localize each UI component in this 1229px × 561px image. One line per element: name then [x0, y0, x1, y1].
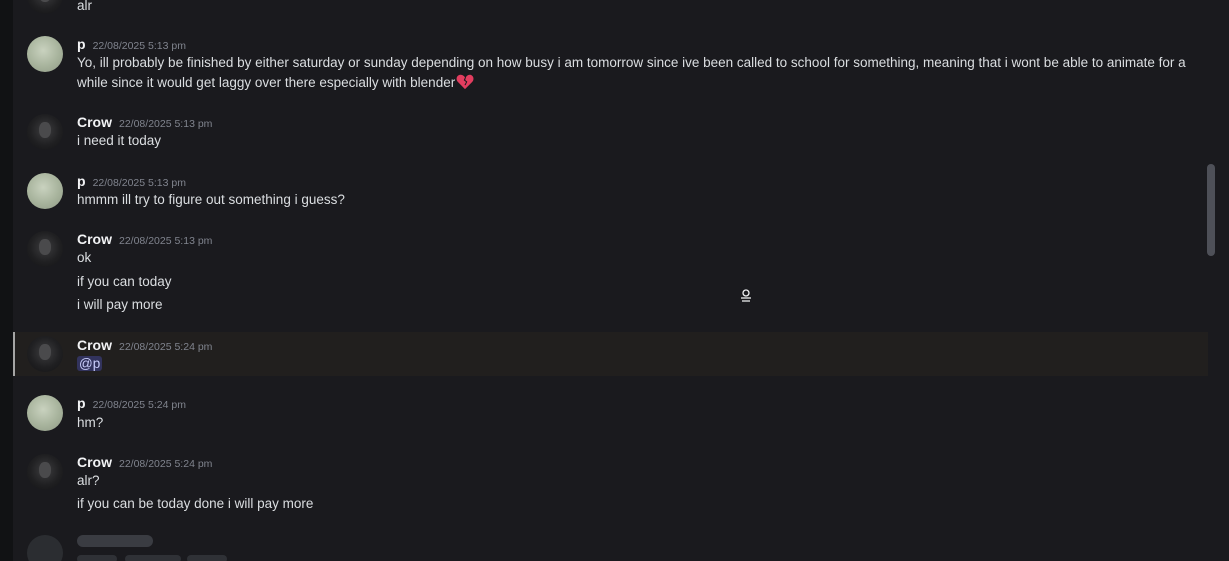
message-header: p 22/08/2025 5:13 pm — [77, 173, 186, 191]
author-name[interactable]: p — [77, 36, 86, 52]
author-name[interactable]: Crow — [77, 337, 112, 353]
cursor-icon — [741, 289, 751, 302]
message-group: p 22/08/2025 5:13 pm hmmm ill try to figu… — [13, 166, 1206, 212]
timestamp: 22/08/2025 5:24 pm — [119, 458, 213, 470]
loading-text-placeholder — [77, 535, 153, 547]
message-group: p 22/08/2025 5:13 pm Yo, ill probably be … — [13, 30, 1206, 96]
timestamp: 22/08/2025 5:24 pm — [119, 341, 213, 353]
avatar[interactable] — [27, 114, 63, 150]
loading-text-placeholder — [187, 555, 227, 561]
timestamp: 22/08/2025 5:13 pm — [92, 177, 186, 189]
message-text-content: Yo, ill probably be finished by either s… — [77, 55, 1186, 90]
message-text: hmmm ill try to figure out something i g… — [77, 192, 345, 207]
left-gutter — [0, 0, 13, 561]
message-text: hm? — [77, 415, 104, 430]
author-name[interactable]: Crow — [77, 114, 112, 130]
avatar[interactable] — [27, 395, 63, 431]
loading-text-placeholder — [125, 555, 181, 561]
message-text: i need it today — [77, 133, 162, 148]
message-text: if you can today — [77, 274, 172, 289]
message-header: Crow 22/08/2025 5:13 pm — [77, 231, 212, 249]
message-header: Crow 22/08/2025 5:24 pm — [77, 337, 212, 355]
author-name[interactable]: Crow — [77, 231, 112, 247]
message-header: p 22/08/2025 5:24 pm — [77, 395, 186, 413]
loading-text-placeholder — [77, 555, 117, 561]
message-text: if you can be today done i will pay more — [77, 496, 314, 511]
message-group: Crow 22/08/2025 5:13 pm i need it today — [13, 108, 1206, 154]
timestamp: 22/08/2025 5:13 pm — [119, 118, 213, 130]
avatar[interactable] — [27, 336, 63, 372]
author-name[interactable]: p — [77, 173, 86, 189]
message-text: alr — [77, 0, 93, 13]
avatar[interactable] — [27, 454, 63, 490]
message-group-mentioned: Crow 22/08/2025 5:24 pm @p — [13, 332, 1208, 376]
timestamp: 22/08/2025 5:13 pm — [119, 235, 213, 247]
timestamp: 22/08/2025 5:13 pm — [92, 40, 186, 52]
avatar[interactable] — [27, 231, 63, 267]
message-group: p 22/08/2025 5:24 pm hm? — [13, 390, 1206, 436]
avatar[interactable] — [27, 173, 63, 209]
avatar[interactable] — [27, 0, 63, 14]
message-group: Crow 22/08/2025 5:24 pm alr? if you can b… — [13, 448, 1206, 518]
author-name[interactable]: p — [77, 395, 86, 411]
broken-heart-icon — [456, 74, 474, 90]
message-text: @p — [77, 356, 103, 371]
chat-message-list[interactable]: alr p 22/08/2025 5:13 pm Yo, ill probably… — [13, 0, 1229, 561]
user-mention[interactable]: @p — [77, 356, 103, 371]
avatar[interactable] — [27, 36, 63, 72]
scrollbar-thumb[interactable] — [1207, 164, 1215, 256]
message-header: p 22/08/2025 5:13 pm — [77, 36, 186, 54]
author-name[interactable]: Crow — [77, 454, 112, 470]
message-text: ok — [77, 250, 92, 265]
message-text: alr? — [77, 473, 100, 488]
message-group: Crow 22/08/2025 5:13 pm ok if you can tod… — [13, 225, 1206, 319]
message-header: Crow 22/08/2025 5:24 pm — [77, 454, 212, 472]
timestamp: 22/08/2025 5:24 pm — [92, 399, 186, 411]
loading-avatar-placeholder — [27, 535, 63, 561]
message-text: Yo, ill probably be finished by either s… — [77, 53, 1187, 93]
message-header: Crow 22/08/2025 5:13 pm — [77, 114, 212, 132]
message-text: i will pay more — [77, 297, 163, 312]
